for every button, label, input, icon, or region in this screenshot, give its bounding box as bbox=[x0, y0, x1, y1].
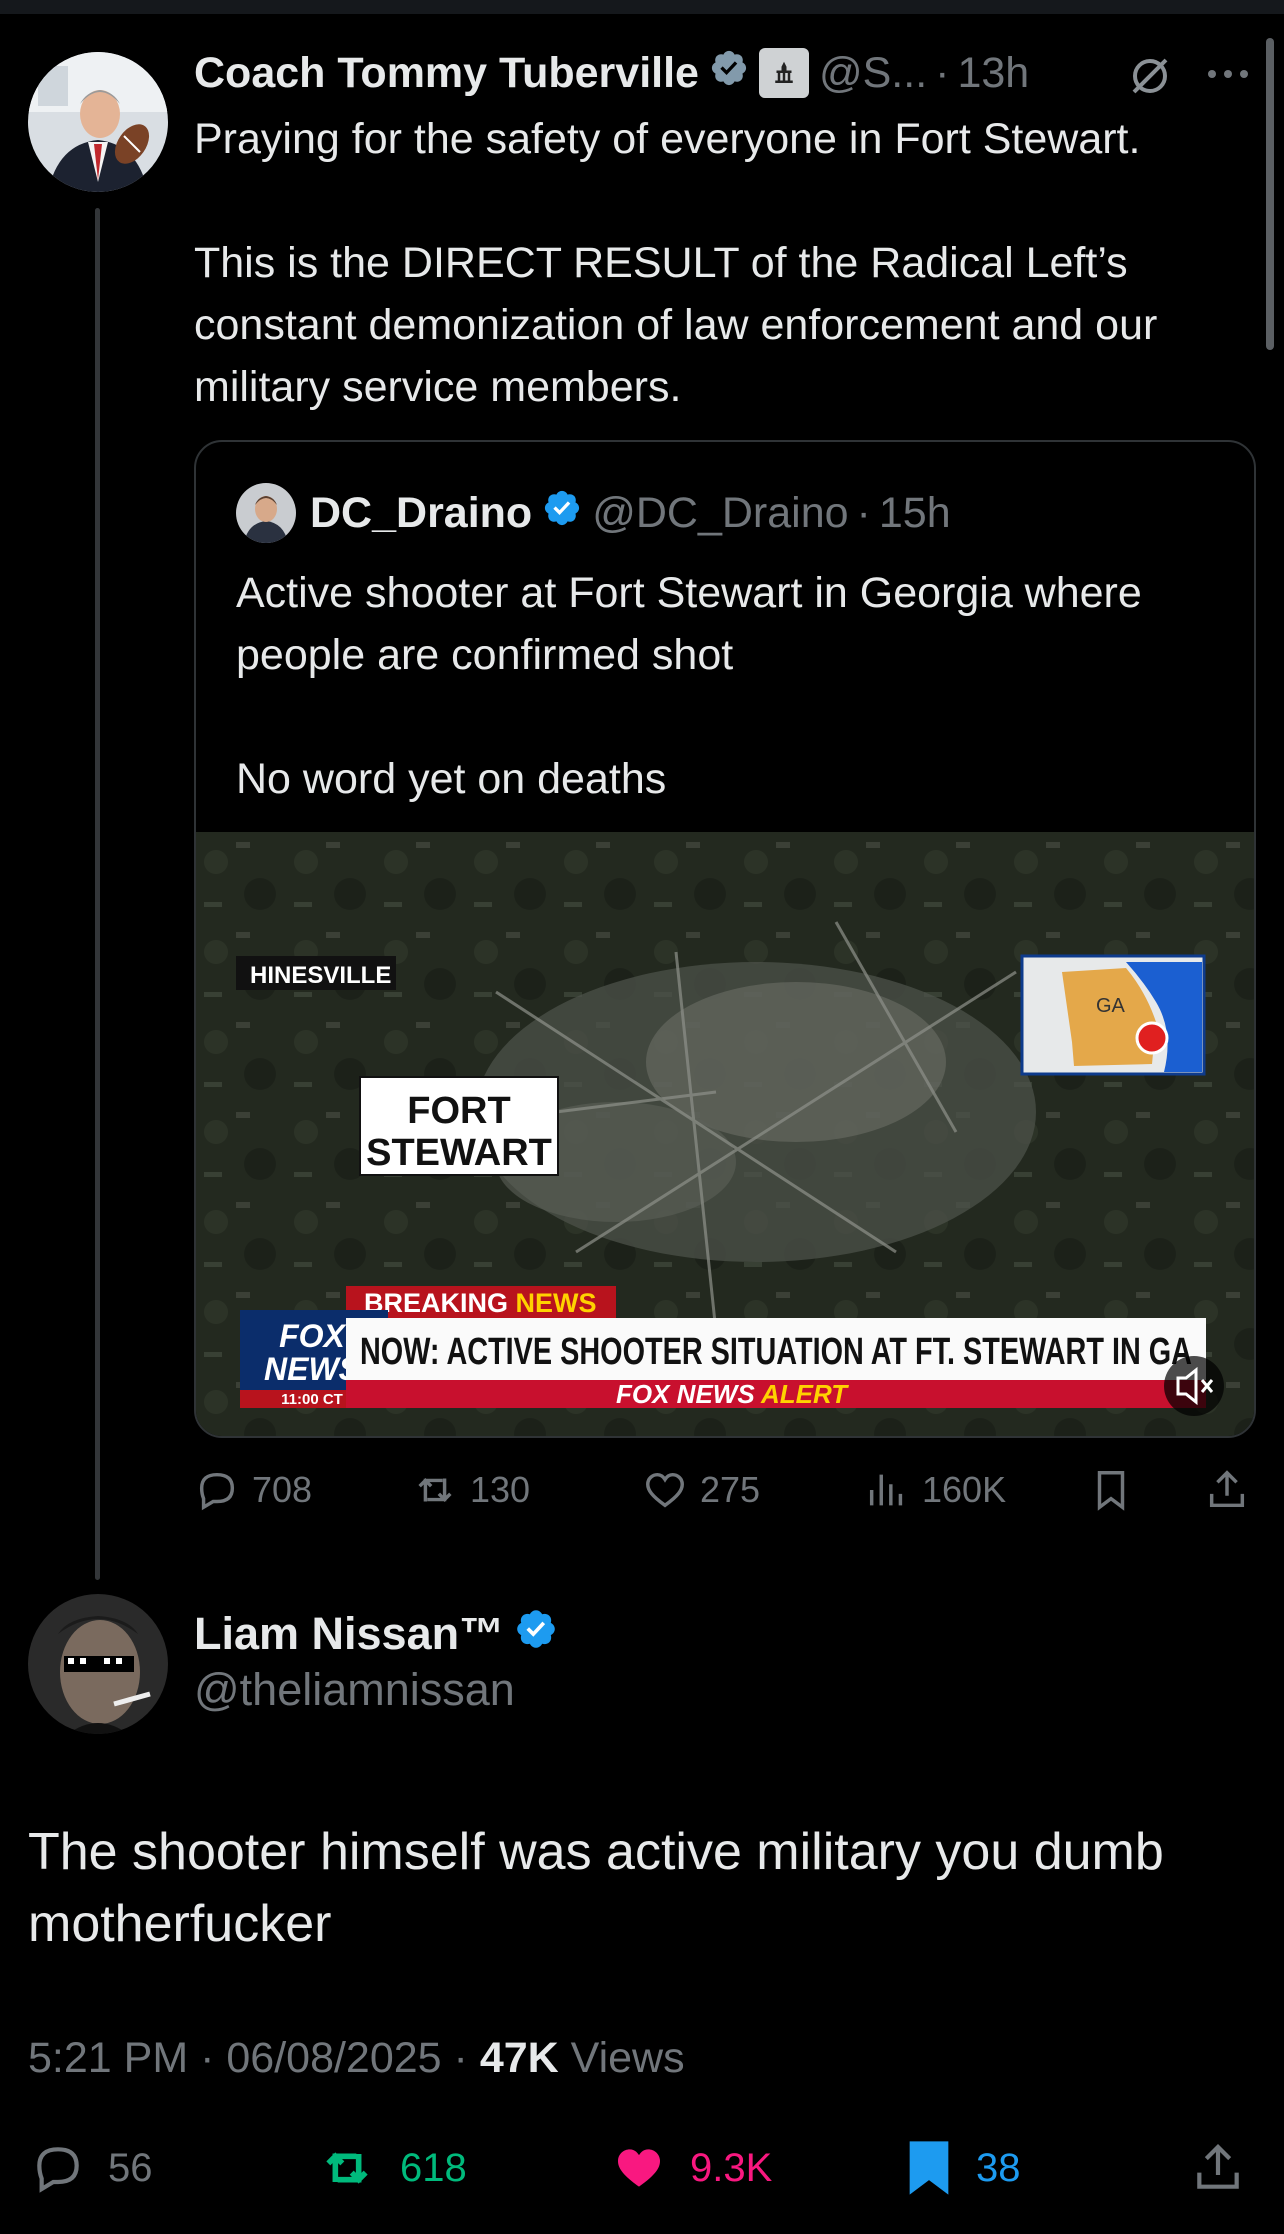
separator-dot: · bbox=[935, 48, 950, 97]
views-icon bbox=[869, 1474, 903, 1506]
more-options-icon[interactable] bbox=[1206, 68, 1250, 80]
quoted-tweet-card[interactable]: DC_Draino @DC_Draino · 15h Active shoote… bbox=[194, 440, 1256, 1438]
bookmark-button[interactable]: 38 bbox=[904, 2136, 1021, 2200]
avatar-image bbox=[236, 483, 296, 543]
author-name[interactable]: Liam Nissan™ bbox=[194, 1608, 504, 1660]
avatar[interactable] bbox=[28, 52, 168, 192]
like-count: 9.3K bbox=[690, 2145, 773, 2190]
avatar[interactable] bbox=[28, 1594, 168, 1734]
tweet-text: The shooter himself was active military … bbox=[28, 1823, 1164, 1953]
verified-badge-icon[interactable] bbox=[709, 48, 749, 99]
alert-label: FOX NEWS ALERT bbox=[616, 1379, 849, 1409]
views-count: 47K bbox=[479, 2034, 559, 2082]
views-count: 160K bbox=[922, 1469, 1007, 1510]
network-logo-line1: FOX bbox=[279, 1318, 346, 1354]
thread-connector bbox=[95, 208, 100, 1580]
location-label-line2: STEWART bbox=[366, 1132, 552, 1174]
quoted-author-handle[interactable]: @DC_Draino bbox=[592, 489, 848, 538]
separator-dot: · bbox=[453, 2034, 468, 2082]
news-video-thumbnail[interactable]: HINESVILLE FORT STEWART GA BREAKING NEWS… bbox=[196, 832, 1256, 1438]
share-button[interactable] bbox=[1190, 2136, 1268, 2200]
like-count: 275 bbox=[700, 1469, 761, 1510]
news-headline: NOW: ACTIVE SHOOTER SITUATION AT FT. STE… bbox=[360, 1331, 1192, 1373]
bookmark-icon bbox=[1097, 1471, 1125, 1511]
verified-badge-icon[interactable] bbox=[542, 488, 582, 539]
share-icon bbox=[1209, 1470, 1245, 1508]
location-label-line1: FORT bbox=[407, 1090, 510, 1132]
avatar-image bbox=[28, 52, 168, 192]
share-button[interactable] bbox=[1204, 1460, 1262, 1520]
repost-icon bbox=[326, 2152, 368, 2184]
quoted-tweet-header: DC_Draino @DC_Draino · 15h bbox=[236, 482, 951, 544]
reply-count: 56 bbox=[108, 2145, 153, 2190]
tweet-header: Coach Tommy Tuberville @S... · 13h bbox=[194, 42, 1029, 104]
quoted-author-name[interactable]: DC_Draino bbox=[310, 489, 532, 538]
bookmark-icon bbox=[909, 2141, 949, 2195]
tweet-text: Praying for the safety of everyone in Fo… bbox=[194, 115, 1158, 411]
reply-icon bbox=[37, 2147, 79, 2193]
reply-button[interactable]: 708 bbox=[194, 1460, 312, 1520]
repost-count: 618 bbox=[400, 2145, 467, 2190]
heart-icon bbox=[646, 1472, 684, 1508]
repost-count: 130 bbox=[470, 1469, 531, 1510]
state-label: GA bbox=[1096, 995, 1126, 1017]
breaking-news-label: BREAKING NEWS bbox=[364, 1288, 597, 1318]
reply-count: 708 bbox=[252, 1469, 313, 1510]
author-name[interactable]: Coach Tommy Tuberville bbox=[194, 49, 699, 98]
separator-dot: · bbox=[200, 2034, 215, 2082]
tweet-date[interactable]: 06/08/2025 bbox=[226, 2034, 441, 2082]
repost-button[interactable]: 130 bbox=[412, 1460, 530, 1520]
map-place-label: HINESVILLE bbox=[250, 962, 391, 989]
quoted-tweet-time[interactable]: 15h bbox=[879, 489, 951, 538]
reply-tweet-actions: 56 618 9.3K 38 bbox=[0, 2136, 1284, 2200]
repost-icon bbox=[418, 1477, 452, 1503]
georgia-inset-map: GA bbox=[1020, 954, 1206, 1076]
avatar[interactable] bbox=[236, 483, 296, 543]
mute-button[interactable] bbox=[1164, 1356, 1224, 1416]
avatar-image bbox=[28, 1594, 168, 1734]
repost-button[interactable]: 618 bbox=[316, 2136, 467, 2200]
tweet-time[interactable]: 13h bbox=[957, 49, 1029, 98]
scrollbar[interactable] bbox=[1266, 38, 1274, 350]
author-handle[interactable]: @theliamnissan bbox=[194, 1664, 515, 1716]
like-button[interactable]: 9.3K bbox=[610, 2136, 772, 2200]
separator-dot: · bbox=[856, 488, 871, 537]
grok-icon[interactable] bbox=[1126, 52, 1174, 100]
quoted-tweet-text: Active shooter at Fort Stewart in Georgi… bbox=[236, 569, 1142, 803]
tweet-actions: 708 130 275 160K bbox=[194, 1460, 1256, 1520]
tweet-meta: 5:21 PM · 06/08/2025 · 47K Views bbox=[28, 2034, 685, 2083]
bookmark-button[interactable] bbox=[1088, 1460, 1146, 1520]
views-button[interactable]: 160K bbox=[864, 1460, 1006, 1520]
status-bar bbox=[0, 0, 1284, 14]
author-handle[interactable]: @S... bbox=[819, 49, 927, 98]
views-label: Views bbox=[570, 2034, 685, 2082]
reply-icon bbox=[199, 1472, 235, 1511]
share-icon bbox=[1197, 2144, 1239, 2189]
broadcast-clock: 11:00 CT bbox=[281, 1391, 343, 1408]
bookmark-count: 38 bbox=[976, 2145, 1021, 2190]
heart-icon bbox=[618, 2149, 660, 2187]
like-button[interactable]: 275 bbox=[642, 1460, 760, 1520]
tweet-time[interactable]: 5:21 PM bbox=[28, 2034, 188, 2082]
reply-button[interactable]: 56 bbox=[30, 2136, 153, 2200]
verified-badge-icon[interactable] bbox=[514, 1607, 558, 1662]
government-badge-icon[interactable] bbox=[758, 48, 809, 98]
reply-author-row: Liam Nissan™ bbox=[194, 1604, 558, 1664]
